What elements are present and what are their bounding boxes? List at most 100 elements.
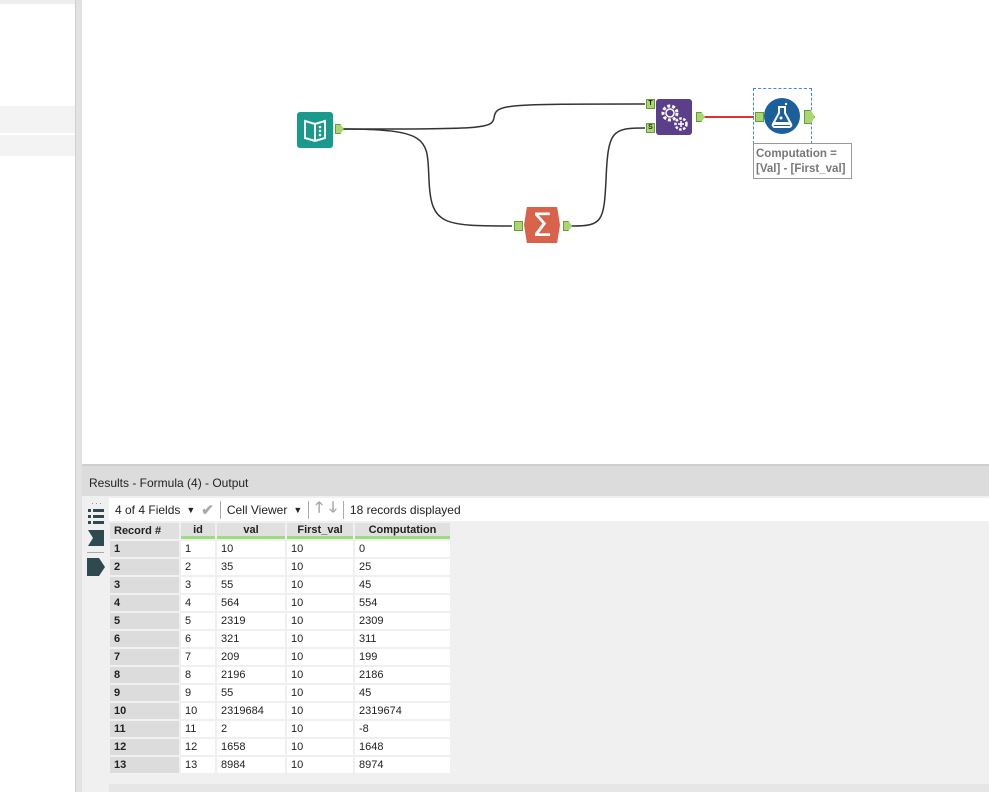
table-cell[interactable]: 311 xyxy=(355,631,450,647)
table-cell[interactable]: 10 xyxy=(287,595,353,611)
record-number[interactable]: 4 xyxy=(110,595,179,611)
table-cell[interactable]: 2309 xyxy=(355,613,450,629)
column-header-first-val[interactable]: First_val xyxy=(287,523,353,539)
output-anchor-icon[interactable] xyxy=(87,558,105,576)
table-cell[interactable]: 321 xyxy=(217,631,285,647)
table-row[interactable]: 4 4 564 10 554 xyxy=(110,595,450,611)
table-cell[interactable]: 10 xyxy=(287,649,353,665)
join-t-anchor[interactable]: T xyxy=(646,99,655,109)
table-cell[interactable]: 1 xyxy=(181,541,215,557)
table-cell[interactable]: 2319674 xyxy=(355,703,450,719)
fields-dropdown[interactable]: 4 of 4 Fields ▼ ✔ xyxy=(109,498,220,521)
checkmark-icon[interactable]: ✔ xyxy=(201,501,214,519)
table-row[interactable]: 6 6 321 10 311 xyxy=(110,631,450,647)
table-cell[interactable]: -8 xyxy=(355,721,450,737)
table-cell[interactable]: 55 xyxy=(217,685,285,701)
more-icon[interactable]: ··· xyxy=(91,498,103,508)
formula-tool[interactable] xyxy=(764,98,800,134)
join-tool[interactable] xyxy=(656,99,692,135)
table-cell[interactable]: 35 xyxy=(217,559,285,575)
table-cell[interactable]: 6 xyxy=(181,631,215,647)
record-number[interactable]: 7 xyxy=(110,649,179,665)
record-number[interactable]: 9 xyxy=(110,685,179,701)
formula-input-anchor[interactable] xyxy=(755,112,764,122)
table-cell[interactable]: 554 xyxy=(355,595,450,611)
table-row[interactable]: 5 5 2319 10 2309 xyxy=(110,613,450,629)
table-cell[interactable]: 5 xyxy=(181,613,215,629)
table-cell[interactable]: 10 xyxy=(217,541,285,557)
record-number[interactable]: 13 xyxy=(110,757,179,773)
table-cell[interactable]: 8974 xyxy=(355,757,450,773)
table-cell[interactable]: 7 xyxy=(181,649,215,665)
table-cell[interactable]: 1648 xyxy=(355,739,450,755)
column-header-id[interactable]: id xyxy=(181,523,215,539)
table-cell[interactable]: 564 xyxy=(217,595,285,611)
table-cell[interactable]: 10 xyxy=(287,559,353,575)
column-header-record[interactable]: Record # xyxy=(110,523,179,539)
table-row[interactable]: 1 1 10 10 0 xyxy=(110,541,450,557)
arrow-down-icon[interactable]: 🡓 xyxy=(329,497,337,522)
table-cell[interactable]: 3 xyxy=(181,577,215,593)
table-cell[interactable]: 10 xyxy=(287,739,353,755)
table-cell[interactable]: 10 xyxy=(287,721,353,737)
table-cell[interactable]: 2 xyxy=(181,559,215,575)
cell-viewer-dropdown[interactable]: Cell Viewer ▼ xyxy=(221,498,308,521)
table-row[interactable]: 11 11 2 10 -8 xyxy=(110,721,450,737)
table-cell[interactable]: 45 xyxy=(355,577,450,593)
summarize-input-anchor[interactable] xyxy=(514,221,523,231)
table-row[interactable]: 8 8 2196 10 2186 xyxy=(110,667,450,683)
table-cell[interactable]: 10 xyxy=(287,541,353,557)
table-cell[interactable]: 199 xyxy=(355,649,450,665)
table-cell[interactable]: 13 xyxy=(181,757,215,773)
table-cell[interactable]: 2186 xyxy=(355,667,450,683)
table-row[interactable]: 13 13 8984 10 8974 xyxy=(110,757,450,773)
list-item[interactable] xyxy=(0,106,75,133)
input-data-tool[interactable] xyxy=(297,112,333,148)
data-view-icon[interactable] xyxy=(88,530,104,546)
table-cell[interactable]: 11 xyxy=(181,721,215,737)
table-cell[interactable]: 10 xyxy=(287,667,353,683)
list-icon[interactable] xyxy=(88,508,104,524)
record-number[interactable]: 10 xyxy=(110,703,179,719)
table-cell[interactable]: 55 xyxy=(217,577,285,593)
table-cell[interactable]: 0 xyxy=(355,541,450,557)
table-cell[interactable]: 9 xyxy=(181,685,215,701)
record-number[interactable]: 3 xyxy=(110,577,179,593)
join-s-anchor[interactable]: S xyxy=(646,123,655,133)
table-row[interactable]: 10 10 2319684 10 2319674 xyxy=(110,703,450,719)
table-row[interactable]: 12 12 1658 10 1648 xyxy=(110,739,450,755)
table-cell[interactable]: 209 xyxy=(217,649,285,665)
summarize-tool[interactable]: Σ xyxy=(524,207,560,243)
workflow-canvas[interactable]: T S Σ Computation = [Val] - [First_val] xyxy=(82,0,989,463)
table-cell[interactable]: 25 xyxy=(355,559,450,575)
record-number[interactable]: 5 xyxy=(110,613,179,629)
record-number[interactable]: 12 xyxy=(110,739,179,755)
table-cell[interactable]: 45 xyxy=(355,685,450,701)
table-cell[interactable]: 10 xyxy=(287,685,353,701)
table-cell[interactable]: 4 xyxy=(181,595,215,611)
arrow-up-icon[interactable]: 🡑 xyxy=(315,497,323,522)
column-header-computation[interactable]: Computation xyxy=(355,523,450,539)
record-number[interactable]: 11 xyxy=(110,721,179,737)
table-cell[interactable]: 10 xyxy=(181,703,215,719)
record-number[interactable]: 6 xyxy=(110,631,179,647)
record-number[interactable]: 8 xyxy=(110,667,179,683)
table-cell[interactable]: 10 xyxy=(287,631,353,647)
table-cell[interactable]: 2196 xyxy=(217,667,285,683)
table-row[interactable]: 9 9 55 10 45 xyxy=(110,685,450,701)
table-cell[interactable]: 12 xyxy=(181,739,215,755)
record-number[interactable]: 1 xyxy=(110,541,179,557)
horizontal-scrollbar[interactable] xyxy=(109,784,989,792)
record-number[interactable]: 2 xyxy=(110,559,179,575)
table-cell[interactable]: 2319 xyxy=(217,613,285,629)
table-row[interactable]: 7 7 209 10 199 xyxy=(110,649,450,665)
table-cell[interactable]: 10 xyxy=(287,703,353,719)
table-cell[interactable]: 10 xyxy=(287,613,353,629)
list-item[interactable] xyxy=(0,135,75,156)
table-cell[interactable]: 2 xyxy=(217,721,285,737)
table-cell[interactable]: 10 xyxy=(287,757,353,773)
column-header-val[interactable]: val xyxy=(217,523,285,539)
table-cell[interactable]: 8984 xyxy=(217,757,285,773)
table-cell[interactable]: 10 xyxy=(287,577,353,593)
table-row[interactable]: 3 3 55 10 45 xyxy=(110,577,450,593)
